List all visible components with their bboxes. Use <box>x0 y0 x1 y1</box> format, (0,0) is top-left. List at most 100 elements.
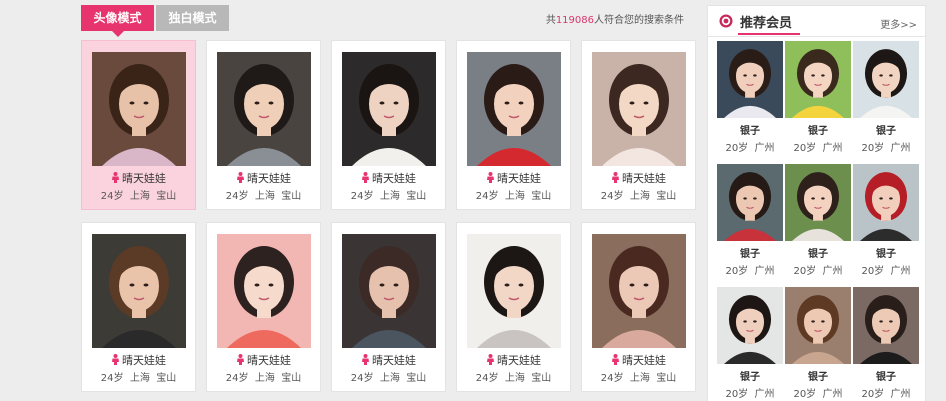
member-name[interactable]: 晴天娃娃 <box>247 354 291 367</box>
recommended-member[interactable]: 银子 20岁 广州 <box>717 287 783 400</box>
member-card[interactable]: 晴天娃娃 24岁 上海 宝山 <box>331 40 446 210</box>
recommended-name[interactable]: 银子 <box>785 368 851 383</box>
member-card[interactable]: 晴天娃娃 24岁 上海 宝山 <box>206 222 321 392</box>
member-age: 24岁 <box>350 373 374 384</box>
member-age: 24岁 <box>600 191 624 202</box>
member-card[interactable]: 晴天娃娃 24岁 上海 宝山 <box>81 40 196 210</box>
recommended-name[interactable]: 银子 <box>717 245 783 260</box>
member-photo[interactable] <box>217 234 311 348</box>
member-photo[interactable] <box>92 234 186 348</box>
female-icon <box>111 172 120 183</box>
more-link[interactable]: 更多>> <box>880 16 917 31</box>
tab-avatar-mode[interactable]: 头像模式 <box>81 5 154 37</box>
recommended-name[interactable]: 银子 <box>717 368 783 383</box>
recommended-info: 20岁 广州 <box>853 139 919 154</box>
member-photo[interactable] <box>342 234 436 348</box>
female-icon <box>236 354 245 365</box>
member-name[interactable]: 晴天娃娃 <box>622 354 666 367</box>
member-age: 24岁 <box>600 373 624 384</box>
female-icon <box>236 172 245 183</box>
recommended-members-panel: 推荐会员 更多>> 银子 20岁 广州 银子 20岁 广州 银子 20岁 广州 银子 20岁 … <box>707 5 926 401</box>
recommended-name[interactable]: 银子 <box>853 368 919 383</box>
recommended-name[interactable]: 银子 <box>785 122 851 137</box>
member-info: 24岁 上海 宝山 <box>582 369 695 384</box>
recommended-info: 20岁 广州 <box>717 385 783 400</box>
recommended-photo[interactable] <box>853 41 919 118</box>
member-card[interactable]: 晴天娃娃 24岁 上海 宝山 <box>81 222 196 392</box>
member-photo[interactable] <box>592 234 686 348</box>
member-city: 上海 <box>254 373 275 384</box>
recommended-city: 广州 <box>822 143 843 154</box>
member-name[interactable]: 晴天娃娃 <box>497 172 541 185</box>
female-icon <box>361 354 370 365</box>
recommended-member[interactable]: 银子 20岁 广州 <box>717 164 783 277</box>
member-district: 宝山 <box>531 373 552 384</box>
recommended-member[interactable]: 银子 20岁 广州 <box>785 164 851 277</box>
member-card[interactable]: 晴天娃娃 24岁 上海 宝山 <box>581 40 696 210</box>
recommended-age: 20岁 <box>793 389 817 400</box>
member-card[interactable]: 晴天娃娃 24岁 上海 宝山 <box>456 40 571 210</box>
recommended-name[interactable]: 银子 <box>853 122 919 137</box>
recommended-name[interactable]: 银子 <box>785 245 851 260</box>
member-card[interactable]: 晴天娃娃 24岁 上海 宝山 <box>456 222 571 392</box>
recommended-member[interactable]: 银子 20岁 广州 <box>853 287 919 400</box>
tab-monologue-mode[interactable]: 独白模式 <box>156 5 229 31</box>
recommended-member[interactable]: 银子 20岁 广州 <box>853 41 919 154</box>
panel-title: 推荐会员 <box>740 16 793 31</box>
recommended-city: 广州 <box>754 389 775 400</box>
member-name[interactable]: 晴天娃娃 <box>122 172 166 185</box>
recommended-photo[interactable] <box>717 41 783 118</box>
result-prefix: 共 <box>545 15 556 26</box>
member-photo[interactable] <box>467 52 561 166</box>
member-photo[interactable] <box>592 52 686 166</box>
recommended-member[interactable]: 银子 20岁 广州 <box>785 41 851 154</box>
title-underline <box>738 33 800 35</box>
member-name-row: 晴天娃娃 <box>457 170 570 186</box>
recommended-photo[interactable] <box>717 287 783 364</box>
member-photo[interactable] <box>467 234 561 348</box>
recommended-city: 广州 <box>822 389 843 400</box>
recommended-city: 广州 <box>890 143 911 154</box>
member-photo[interactable] <box>342 52 436 166</box>
member-name[interactable]: 晴天娃娃 <box>622 172 666 185</box>
member-name-row: 晴天娃娃 <box>207 352 320 368</box>
recommended-photo[interactable] <box>853 164 919 241</box>
recommended-city: 广州 <box>890 389 911 400</box>
member-name[interactable]: 晴天娃娃 <box>497 354 541 367</box>
member-city: 上海 <box>379 191 400 202</box>
member-district: 宝山 <box>281 373 302 384</box>
recommended-name[interactable]: 银子 <box>717 122 783 137</box>
member-district: 宝山 <box>406 191 427 202</box>
member-age: 24岁 <box>225 191 249 202</box>
recommended-photo[interactable] <box>785 287 851 364</box>
member-card[interactable]: 晴天娃娃 24岁 上海 宝山 <box>206 40 321 210</box>
recommended-photo[interactable] <box>785 41 851 118</box>
member-name[interactable]: 晴天娃娃 <box>372 172 416 185</box>
member-name-row: 晴天娃娃 <box>82 170 195 186</box>
recommended-info: 20岁 广州 <box>717 262 783 277</box>
recommended-member[interactable]: 银子 20岁 广州 <box>717 41 783 154</box>
recommended-age: 20岁 <box>793 143 817 154</box>
recommended-member[interactable]: 银子 20岁 广州 <box>853 164 919 277</box>
member-card[interactable]: 晴天娃娃 24岁 上海 宝山 <box>331 222 446 392</box>
recommended-photo[interactable] <box>853 287 919 364</box>
member-photo[interactable] <box>217 52 311 166</box>
member-info: 24岁 上海 宝山 <box>457 187 570 202</box>
recommended-member[interactable]: 银子 20岁 广州 <box>785 287 851 400</box>
result-number: 119086 <box>555 15 594 26</box>
member-name[interactable]: 晴天娃娃 <box>122 354 166 367</box>
recommended-name[interactable]: 银子 <box>853 245 919 260</box>
member-name[interactable]: 晴天娃娃 <box>372 354 416 367</box>
recommended-photo[interactable] <box>717 164 783 241</box>
recommended-age: 20岁 <box>725 143 749 154</box>
member-card[interactable]: 晴天娃娃 24岁 上海 宝山 <box>581 222 696 392</box>
recommended-info: 20岁 广州 <box>853 262 919 277</box>
female-icon <box>111 354 120 365</box>
member-district: 宝山 <box>281 191 302 202</box>
recommended-info: 20岁 广州 <box>785 262 851 277</box>
female-icon <box>361 172 370 183</box>
member-photo[interactable] <box>92 52 186 166</box>
member-name[interactable]: 晴天娃娃 <box>247 172 291 185</box>
recommended-photo[interactable] <box>785 164 851 241</box>
member-info: 24岁 上海 宝山 <box>332 369 445 384</box>
